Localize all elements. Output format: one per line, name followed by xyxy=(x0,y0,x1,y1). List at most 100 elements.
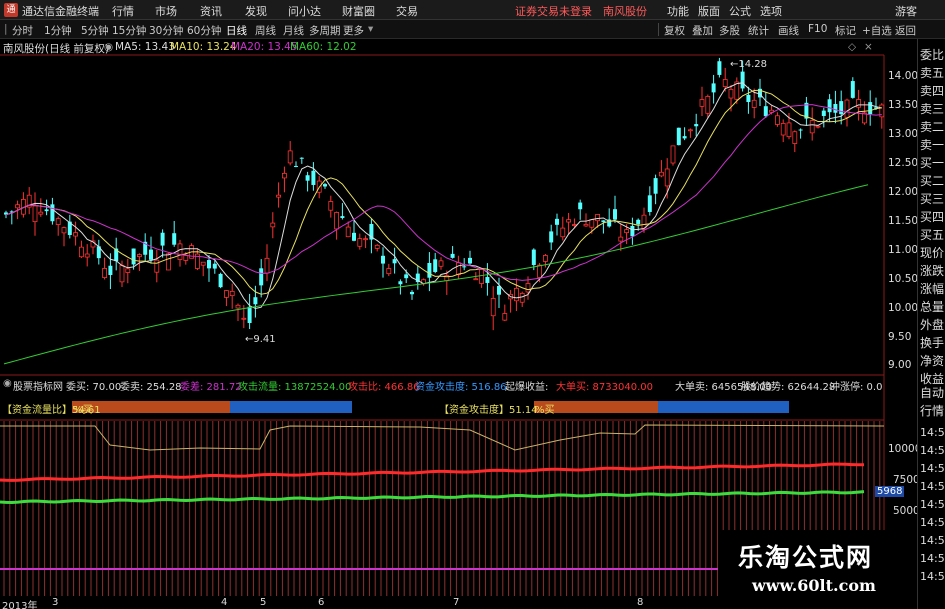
menu-item[interactable]: 行情 xyxy=(112,3,134,19)
adjust-button[interactable]: 复权 xyxy=(664,23,685,38)
side-panel-item[interactable]: 买五 xyxy=(920,226,944,243)
side-panel-item[interactable]: 卖五 xyxy=(920,64,944,81)
side-panel-item[interactable]: 卖二 xyxy=(920,118,944,135)
stats-button[interactable]: 统计 xyxy=(748,23,769,38)
settings-icon[interactable]: ◉ xyxy=(104,41,113,53)
candle-body xyxy=(815,125,821,128)
side-panel-item[interactable]: 净资 xyxy=(920,352,944,369)
candle-body xyxy=(114,248,119,262)
candle-body xyxy=(850,81,855,98)
login-notice[interactable]: 证券交易未登录 南风股份 xyxy=(515,3,647,19)
candle-body xyxy=(699,99,705,107)
period-tab[interactable]: 60分钟 xyxy=(187,23,221,38)
collapse-icon[interactable]: | xyxy=(4,23,8,35)
candle-body xyxy=(102,268,107,278)
period-tab[interactable]: 多周期 xyxy=(309,23,341,38)
candle-body xyxy=(241,317,247,320)
menu-item[interactable]: 交易 xyxy=(396,3,418,19)
funds-flow-tag: %买 xyxy=(73,405,93,416)
period-tab[interactable]: 30分钟 xyxy=(149,23,183,38)
ma60-label: MA60: 12.02 xyxy=(290,41,357,53)
side-panel-item[interactable]: 涨跌 xyxy=(920,262,944,279)
menu-options[interactable]: 选项 xyxy=(760,3,782,19)
candle-body xyxy=(392,259,397,264)
funds-flow-bar: 【资金流量比】54.61 %买 xyxy=(0,400,352,416)
side-panel-item[interactable]: 现价 xyxy=(920,244,944,261)
mark-button[interactable]: 标记 xyxy=(835,23,856,38)
candle-body xyxy=(455,262,461,276)
f10-button[interactable]: F10 xyxy=(808,23,827,35)
menu-item[interactable]: 发现 xyxy=(245,3,267,19)
divider xyxy=(658,23,659,36)
candle-body xyxy=(728,88,734,99)
side-panel-item[interactable]: 买一 xyxy=(920,154,944,171)
indicator-field: 股价趋势: 62644.28 xyxy=(741,382,836,393)
candle-body xyxy=(664,168,670,187)
sell-segment xyxy=(230,401,352,413)
menu-formula[interactable]: 公式 xyxy=(729,3,751,19)
close-icon[interactable]: × xyxy=(864,41,873,53)
side-panel-item[interactable]: 委比 xyxy=(920,46,944,63)
candle-body xyxy=(259,268,264,286)
ma60-line xyxy=(3,184,869,365)
tick-time: 14:5 xyxy=(920,462,945,475)
settings-icon[interactable]: ◉ xyxy=(3,378,12,389)
side-panel-item[interactable]: 买三 xyxy=(920,190,944,207)
period-tab[interactable]: 月线 xyxy=(283,23,304,38)
period-tab[interactable]: 周线 xyxy=(255,23,276,38)
indicator-field: 攻击流量: 13872524.00 xyxy=(238,382,352,393)
menu-item[interactable]: 市场 xyxy=(155,3,177,19)
draw-button[interactable]: 画线 xyxy=(778,23,799,38)
candle-body xyxy=(740,71,745,89)
candle-body xyxy=(711,83,716,93)
guest-label[interactable]: 游客 xyxy=(895,3,917,19)
main-chart-header: 南风股份(日线 前复权) ◉ MA5: 13.43 MA10: 13.24 MA… xyxy=(0,39,884,55)
menu-layout[interactable]: 版面 xyxy=(698,3,720,19)
period-tab[interactable]: 5分钟 xyxy=(81,23,109,38)
indicator-field: 委买: 70.00 xyxy=(66,382,122,393)
side-panel-item[interactable]: 总量 xyxy=(920,298,944,315)
side-panel-item[interactable]: 买二 xyxy=(920,172,944,189)
candle-body xyxy=(566,219,571,223)
back-button[interactable]: 返回 xyxy=(895,23,916,38)
side-panel-item[interactable]: 卖一 xyxy=(920,136,944,153)
diamond-icon[interactable]: ◇ xyxy=(848,41,856,53)
period-tab[interactable]: 分时 xyxy=(12,23,33,38)
overlay-button[interactable]: 叠加 xyxy=(692,23,713,38)
menu-item[interactable]: 问小达 xyxy=(288,3,321,19)
candle-body xyxy=(485,277,490,283)
candle-body xyxy=(207,260,211,269)
side-panel-item[interactable]: 卖三 xyxy=(920,100,944,117)
candle-body xyxy=(154,259,160,273)
menu-item[interactable]: 资讯 xyxy=(200,3,222,19)
side-panel-item[interactable]: 自动 xyxy=(920,384,944,401)
candle-body xyxy=(438,260,444,267)
more-periods[interactable]: 更多 xyxy=(343,23,364,38)
period-tab[interactable]: 15分钟 xyxy=(112,23,146,38)
time-tick: 2013年 xyxy=(2,601,38,609)
side-panel-item[interactable]: 涨幅 xyxy=(920,280,944,297)
price-tick: 9.50 xyxy=(888,331,912,343)
add-watchlist-button[interactable]: +自选 xyxy=(862,23,892,38)
tick-time: 14:5 xyxy=(920,570,945,583)
stock-title: 南风股份(日线 前复权) xyxy=(3,43,110,55)
candle-body xyxy=(415,273,420,283)
side-panel-item[interactable]: 外盘 xyxy=(920,316,944,333)
period-tab-active[interactable]: 日线 xyxy=(226,23,247,38)
candle-body xyxy=(879,104,885,118)
indicator-field: 资金攻击度: 516.86 xyxy=(415,382,507,393)
indicator-name[interactable]: 股票指标网 xyxy=(13,378,63,393)
candle-body xyxy=(9,211,14,213)
tick-time: 14:5 xyxy=(920,534,945,547)
side-panel-item[interactable]: 买四 xyxy=(920,208,944,225)
chevron-down-icon[interactable]: ▾ xyxy=(368,23,373,35)
side-panel-item[interactable]: 换手 xyxy=(920,334,944,351)
side-panel-item[interactable]: 行情 xyxy=(920,402,944,419)
period-tab[interactable]: 1分钟 xyxy=(44,23,72,38)
candle-body xyxy=(688,129,693,132)
menu-functions[interactable]: 功能 xyxy=(667,3,689,19)
multi-stock-button[interactable]: 多股 xyxy=(719,23,740,38)
side-panel-item[interactable]: 卖四 xyxy=(920,82,944,99)
candle-body xyxy=(572,224,577,226)
menu-item[interactable]: 财富圈 xyxy=(342,3,375,19)
